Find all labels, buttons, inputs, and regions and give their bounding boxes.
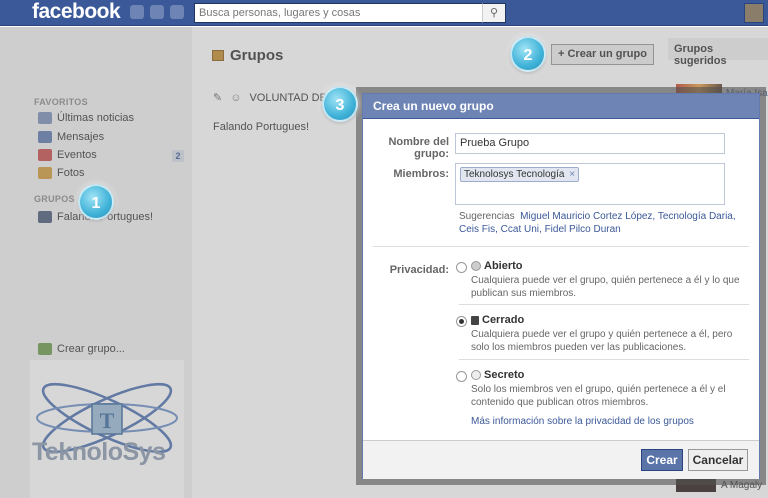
- step-marker-3: 3: [322, 86, 358, 122]
- privacy-option-closed[interactable]: Cerrado: [471, 314, 524, 326]
- create-group-dialog: Crea un nuevo grupo Nombre del grupo: Pr…: [362, 93, 760, 479]
- group-name-input[interactable]: Prueba Grupo: [455, 133, 725, 154]
- members-input[interactable]: Teknolosys Tecnología ×: [455, 163, 725, 205]
- search-button[interactable]: ⚲: [482, 3, 506, 23]
- step-marker-1: 1: [78, 184, 114, 220]
- privacy-radio-closed[interactable]: [456, 316, 467, 327]
- option-title: Secreto: [484, 369, 525, 381]
- member-token-label: Teknolosys Tecnología: [464, 169, 565, 180]
- option-description: Cualquiera puede ver el grupo y quién pe…: [471, 329, 733, 353]
- notifications-icon[interactable]: [170, 5, 184, 19]
- cancel-button[interactable]: Cancelar: [688, 449, 748, 471]
- profile-avatar[interactable]: [744, 3, 764, 23]
- friend-requests-icon[interactable]: [130, 5, 144, 19]
- option-description: Solo los miembros ven el grupo, quién pe…: [471, 384, 726, 408]
- globe-icon: [471, 261, 481, 271]
- privacy-radio-open[interactable]: [456, 262, 467, 273]
- member-token[interactable]: Teknolosys Tecnología ×: [460, 167, 580, 182]
- privacy-info-link[interactable]: Más información sobre la privacidad de l…: [471, 416, 694, 427]
- suggestions-label: Sugerencias: [459, 211, 515, 222]
- privacy-radio-secret[interactable]: [456, 371, 467, 382]
- dialog-title: Crea un nuevo grupo: [363, 94, 759, 119]
- option-description: Cualquiera puede ver el grupo, quién per…: [471, 275, 740, 299]
- search-input[interactable]: Busca personas, lugares y cosas: [194, 3, 506, 23]
- remove-member-icon[interactable]: ×: [569, 169, 575, 180]
- option-title: Abierto: [484, 260, 523, 272]
- messages-jewel-icon[interactable]: [150, 5, 164, 19]
- dialog-footer: Crear Cancelar: [363, 440, 759, 479]
- divider: [373, 246, 749, 247]
- create-button[interactable]: Crear: [641, 449, 683, 471]
- step-marker-2: 2: [510, 36, 546, 72]
- top-bar: facebook Busca personas, lugares y cosas…: [0, 0, 768, 26]
- lock-icon: [471, 315, 479, 325]
- privacy-option-open[interactable]: Abierto: [471, 260, 523, 272]
- divider: [459, 359, 749, 360]
- divider: [459, 304, 749, 305]
- members-label: Miembros:: [393, 168, 449, 180]
- secret-icon: [471, 370, 481, 380]
- group-name-label: Nombre del grupo:: [388, 136, 449, 160]
- privacy-option-secret[interactable]: Secreto: [471, 369, 524, 381]
- option-title: Cerrado: [482, 314, 525, 326]
- member-suggestions: Sugerencias Miguel Mauricio Cortez López…: [459, 210, 749, 236]
- privacy-label: Privacidad:: [389, 264, 449, 276]
- search-icon: ⚲: [489, 7, 499, 19]
- facebook-logo[interactable]: facebook: [32, 0, 121, 24]
- notification-jewels: [130, 5, 184, 19]
